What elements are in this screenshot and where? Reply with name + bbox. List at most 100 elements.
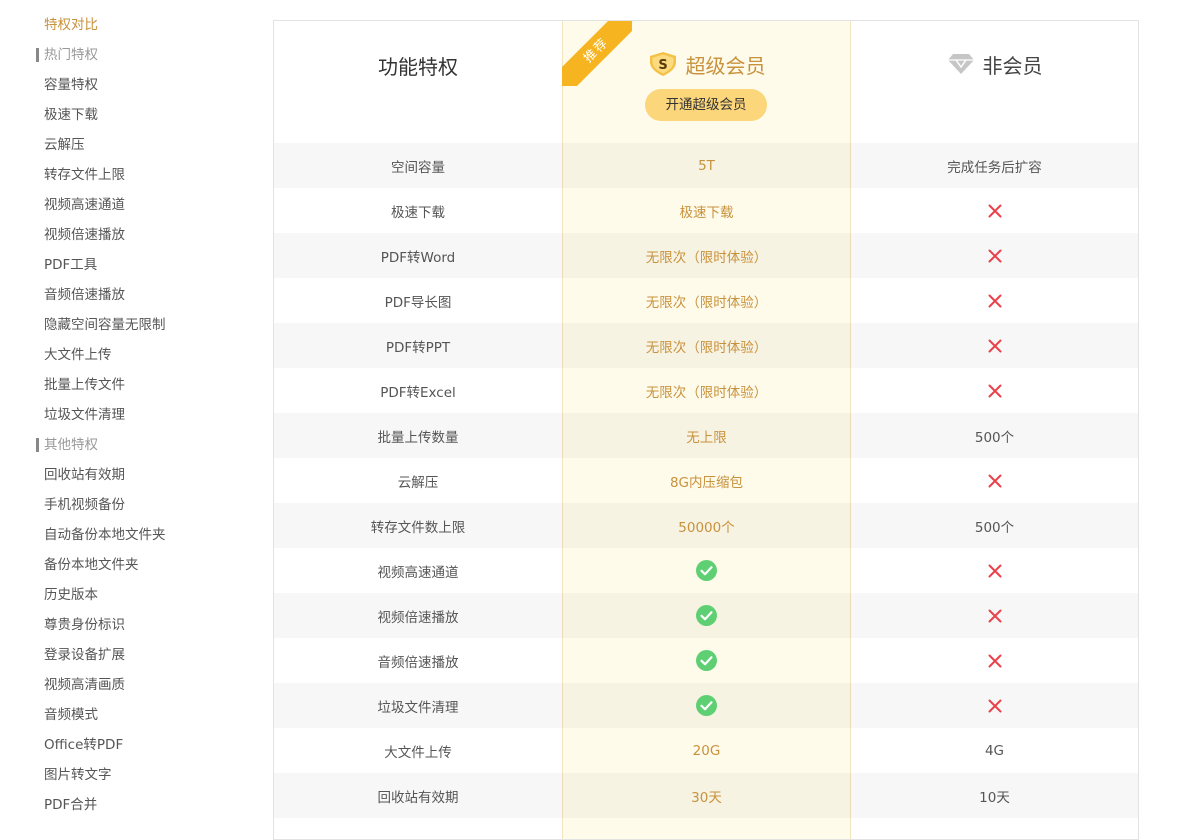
- feature-name-cell: 批量上传数量: [377, 429, 459, 446]
- sidebar-group-heading: 其他特权: [0, 430, 260, 460]
- sidebar-item[interactable]: 云解压: [0, 130, 260, 160]
- sidebar-item-label: 音频倍速播放: [44, 287, 125, 303]
- non-member-cell: [851, 683, 1138, 728]
- sidebar-item[interactable]: 备份本地文件夹: [0, 550, 260, 580]
- sidebar-item[interactable]: 隐藏空间容量无限制: [0, 310, 260, 340]
- feature-name-cell: 转存文件数上限: [370, 519, 466, 536]
- sidebar-item[interactable]: 音频倍速播放: [0, 280, 260, 310]
- sidebar-item[interactable]: 自动备份本地文件夹: [0, 520, 260, 550]
- super-member-cell-text: 无限次（限时体验）: [645, 384, 768, 401]
- non-member-cell: [851, 593, 1138, 638]
- super-member-cell: [562, 818, 851, 839]
- sidebar-item-label: 尊贵身份标识: [44, 617, 125, 633]
- table-row: PDF转Word 无限次（限时体验）: [274, 233, 1138, 278]
- sidebar-item[interactable]: 视频高速通道: [0, 190, 260, 220]
- non-member-cell-text: 500个: [974, 519, 1015, 536]
- sidebar-item[interactable]: 视频高清画质: [0, 670, 260, 700]
- non-member-cell: 500个: [851, 503, 1138, 548]
- check-icon: [696, 560, 717, 581]
- check-icon: [696, 695, 717, 716]
- sidebar-item[interactable]: 手机视频备份: [0, 490, 260, 520]
- cross-icon: [988, 474, 1002, 488]
- sidebar-item[interactable]: Office转PDF: [0, 730, 260, 760]
- non-member-cell: [851, 278, 1138, 323]
- super-member-title: S 超级会员: [562, 49, 851, 79]
- sidebar-item[interactable]: PDF合并: [0, 790, 260, 820]
- cross-icon: [988, 564, 1002, 578]
- sidebar-item[interactable]: 尊贵身份标识: [0, 610, 260, 640]
- sidebar-group-heading: 热门特权: [0, 40, 260, 70]
- non-member-cell-text: 4G: [984, 742, 1005, 759]
- feature-column-title: 功能特权: [378, 55, 458, 79]
- sidebar-item-label: 其他特权: [44, 437, 98, 453]
- non-member-cell: [851, 818, 1138, 839]
- sidebar-item[interactable]: 视频倍速播放: [0, 220, 260, 250]
- table-row: 空间容量 5T 完成任务后扩容: [274, 143, 1138, 188]
- table-row: 音频倍速播放: [274, 638, 1138, 683]
- non-member-cell: [851, 368, 1138, 413]
- non-member-cell: 500个: [851, 413, 1138, 458]
- sidebar-item-label: 极速下载: [44, 107, 98, 123]
- super-member-cell-text: 无限次（限时体验）: [645, 249, 768, 266]
- non-member-cell: 4G: [851, 728, 1138, 773]
- feature-name-cell: [274, 818, 562, 839]
- non-member-cell: [851, 458, 1138, 503]
- upgrade-super-member-button[interactable]: 开通超级会员: [645, 89, 767, 121]
- sidebar-item[interactable]: 垃圾文件清理: [0, 400, 260, 430]
- feature-name-cell: PDF转PPT: [385, 339, 451, 356]
- sidebar-item-label: 热门特权: [44, 47, 98, 63]
- sidebar-item[interactable]: 登录设备扩展: [0, 640, 260, 670]
- non-member-cell: 10天: [851, 773, 1138, 818]
- super-member-title-text: 超级会员: [685, 53, 766, 78]
- feature-name-cell: 极速下载: [391, 204, 445, 221]
- sidebar-item[interactable]: 转存文件上限: [0, 160, 260, 190]
- comparison-rows: 空间容量 5T 完成任务后扩容 极速下载 极速下载 PDF转Word 无限次（限时体验） PD…: [274, 143, 1138, 839]
- table-row: 转存文件数上限 50000个 500个: [274, 503, 1138, 548]
- super-member-cell: 5T: [562, 143, 851, 188]
- feature-name-cell: 回收站有效期: [377, 789, 459, 806]
- feature-name-cell: 云解压: [397, 474, 439, 491]
- feature-name-cell: 大文件上传: [384, 744, 452, 761]
- super-member-cell: [562, 683, 851, 728]
- sidebar-item[interactable]: PDF工具: [0, 250, 260, 280]
- sidebar-item[interactable]: 回收站有效期: [0, 460, 260, 490]
- diamond-icon: [947, 53, 975, 75]
- table-row: 大文件上传 20G 4G: [274, 728, 1138, 773]
- sidebar-item[interactable]: 容量特权: [0, 70, 260, 100]
- sidebar-item[interactable]: 音频模式: [0, 700, 260, 730]
- sidebar-item[interactable]: 批量上传文件: [0, 370, 260, 400]
- super-member-cell: 无限次（限时体验）: [562, 368, 851, 413]
- privilege-comparison-table: 推荐 功能特权 S 超级会员 非会员 开通超级会员 空间容量 5T 完成任务后扩…: [273, 20, 1139, 840]
- sidebar-item[interactable]: 大文件上传: [0, 340, 260, 370]
- sidebar-item-label: Office转PDF: [44, 737, 124, 753]
- non-member-cell: [851, 323, 1138, 368]
- check-icon: [696, 605, 717, 626]
- table-row: 回收站有效期 30天 10天: [274, 773, 1138, 818]
- sidebar-item[interactable]: 图片转文字: [0, 760, 260, 790]
- feature-name-cell: PDF转Excel: [380, 384, 456, 401]
- super-member-cell-text: 无上限: [686, 429, 727, 446]
- sidebar-item-label: 手机视频备份: [44, 497, 125, 513]
- non-member-title-text: 非会员: [982, 53, 1043, 78]
- sidebar-item-label: 转存文件上限: [44, 167, 125, 183]
- s-badge-icon: S: [648, 51, 678, 77]
- sidebar-nav: 特权对比 热门特权 容量特权 极速下载 云解压 转存文件上限 视频高速通道 视频倍速播放 PDF…: [0, 10, 260, 820]
- sidebar-item[interactable]: 极速下载: [0, 100, 260, 130]
- table-row: 垃圾文件清理: [274, 683, 1138, 728]
- feature-name-cell: 视频高速通道: [377, 564, 459, 581]
- super-member-cell-text: 极速下载: [679, 204, 734, 221]
- cross-icon: [988, 249, 1002, 263]
- cross-icon: [988, 609, 1002, 623]
- super-member-cell: [562, 548, 851, 593]
- sidebar-item-label: 备份本地文件夹: [44, 557, 139, 573]
- sidebar-item[interactable]: 历史版本: [0, 580, 260, 610]
- sidebar-item-label: 登录设备扩展: [44, 647, 125, 663]
- table-row: PDF导长图 无限次（限时体验）: [274, 278, 1138, 323]
- feature-name-cell: PDF导长图: [384, 294, 452, 311]
- cross-icon: [988, 384, 1002, 398]
- sidebar-item-label: 批量上传文件: [44, 377, 125, 393]
- sidebar-item[interactable]: 特权对比: [0, 10, 260, 40]
- super-member-cell: 无限次（限时体验）: [562, 233, 851, 278]
- group-marker: [36, 438, 39, 452]
- super-member-cell: [562, 593, 851, 638]
